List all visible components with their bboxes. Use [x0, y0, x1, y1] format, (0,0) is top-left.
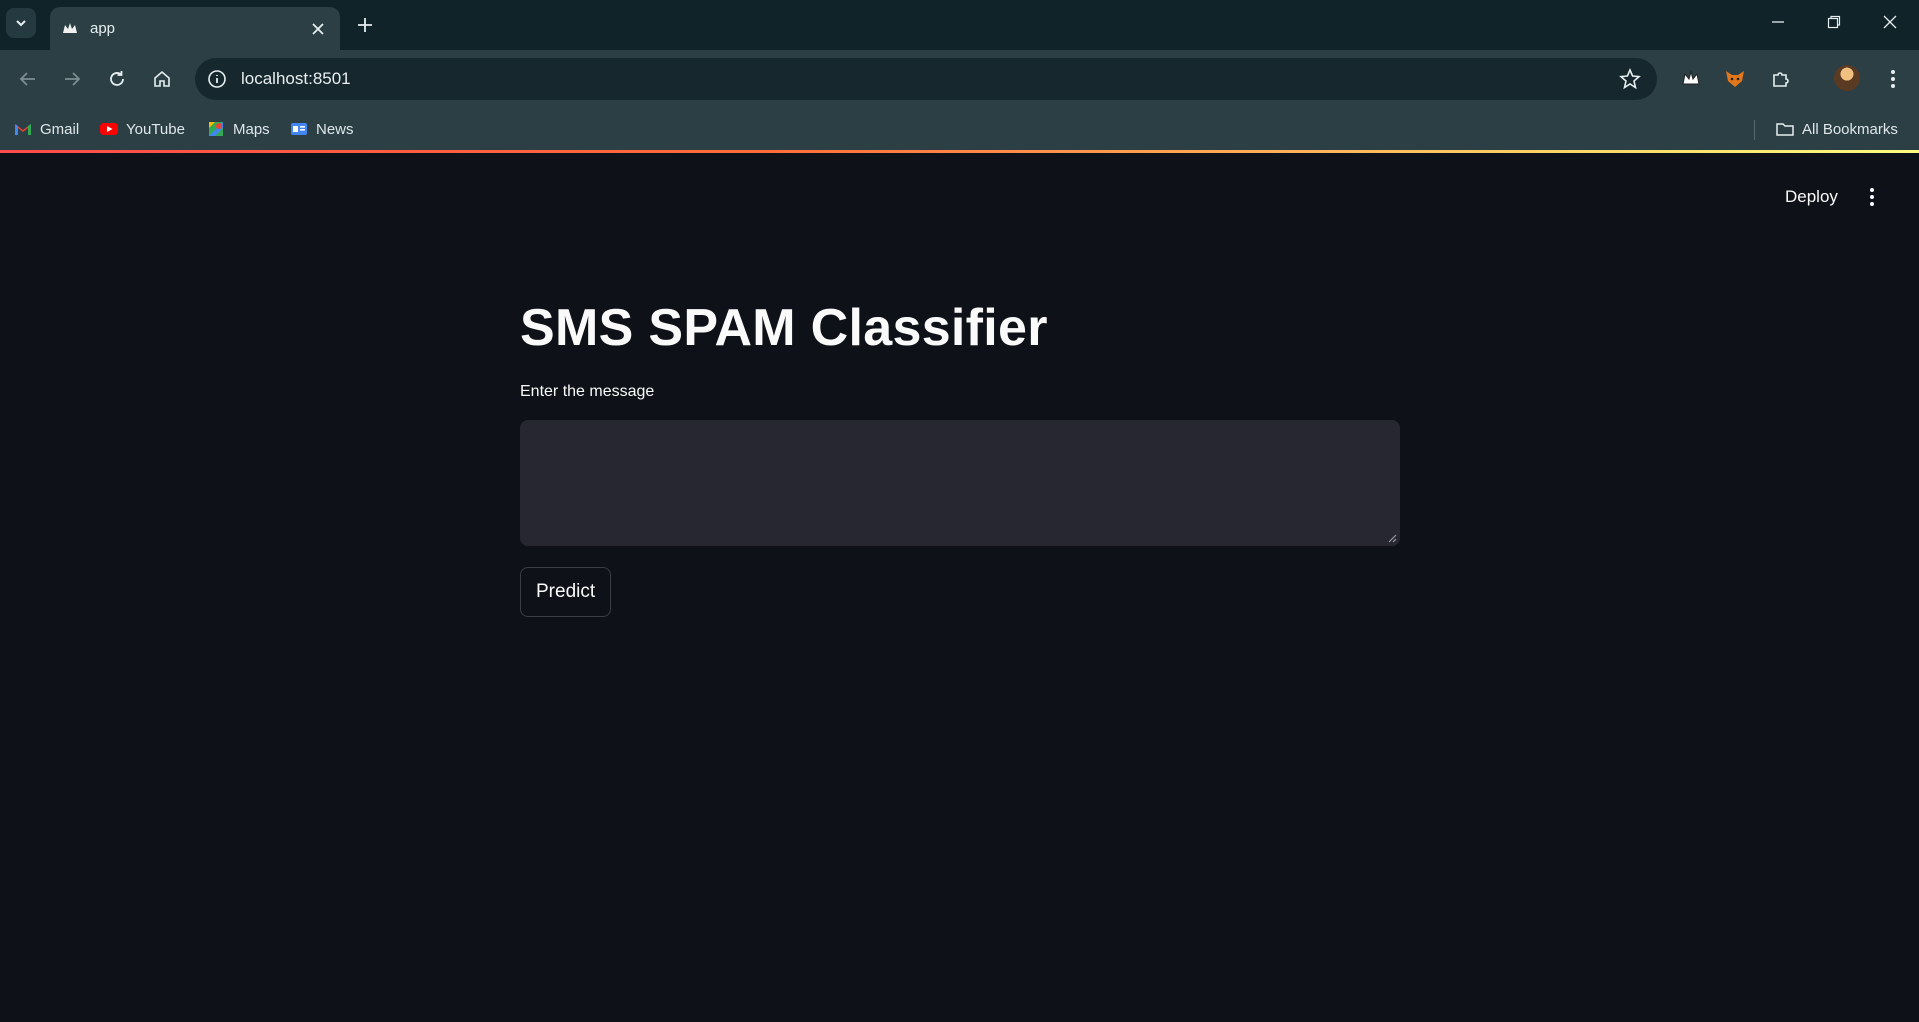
youtube-icon [100, 123, 118, 135]
tab-search-button[interactable] [6, 8, 36, 38]
chevron-down-icon [16, 20, 26, 27]
crown-icon [1682, 70, 1700, 85]
tab-app[interactable]: app [50, 7, 340, 50]
reload-button[interactable] [101, 63, 133, 95]
minimize-icon [1772, 21, 1784, 23]
fox-icon [1726, 71, 1744, 87]
bookmarks-divider [1754, 120, 1755, 140]
bookmark-star-icon[interactable] [1619, 68, 1641, 90]
arrow-right-icon [65, 72, 81, 86]
close-icon [312, 22, 324, 35]
bookmark-gmail[interactable]: Gmail [14, 118, 79, 140]
home-icon [154, 70, 170, 87]
address-url[interactable]: localhost:8501 [241, 69, 351, 89]
forward-button[interactable] [56, 63, 88, 95]
message-input-container [520, 420, 1400, 546]
plus-icon [358, 18, 372, 32]
streamlit-crown-icon [63, 22, 77, 33]
extensions-button[interactable] [1765, 63, 1797, 95]
window-close-button[interactable] [1862, 0, 1918, 44]
puzzle-icon [1773, 72, 1789, 87]
all-bookmarks-label: All Bookmarks [1802, 120, 1898, 138]
bookmark-label: YouTube [126, 120, 185, 138]
maps-icon [209, 122, 223, 136]
kebab-menu-icon [1891, 70, 1895, 88]
address-bar[interactable]: localhost:8501 [195, 58, 1657, 100]
browser-toolbar: localhost:8501 [0, 50, 1919, 108]
back-button[interactable] [12, 63, 44, 95]
gmail-icon [15, 124, 31, 135]
home-button[interactable] [146, 63, 178, 95]
bookmark-maps[interactable]: Maps [207, 118, 270, 140]
bookmark-news[interactable]: News [290, 118, 354, 140]
tab-close-button[interactable] [308, 19, 328, 39]
predict-button[interactable]: Predict [520, 567, 612, 617]
all-bookmarks-button[interactable]: All Bookmarks [1776, 118, 1898, 140]
browser-menu-button[interactable] [1877, 63, 1909, 95]
streamlit-app: Deploy SMS SPAM Classifier Enter the mes… [0, 153, 1919, 1022]
bookmarks-bar: Gmail YouTube Maps News All Bookmarks [0, 108, 1919, 150]
restore-button[interactable] [1806, 0, 1862, 44]
new-tab-button[interactable] [351, 11, 379, 39]
extension-crown-button[interactable] [1675, 63, 1707, 95]
extension-fox-button[interactable] [1719, 63, 1751, 95]
resize-handle-icon[interactable] [1387, 533, 1397, 543]
reload-icon [110, 71, 124, 86]
profile-avatar[interactable] [1834, 65, 1860, 91]
tab-strip: app [0, 0, 1919, 50]
news-icon [291, 123, 307, 135]
message-input[interactable] [520, 420, 1400, 546]
message-input-label: Enter the message [520, 383, 655, 400]
kebab-menu-icon [1870, 188, 1874, 206]
main-content: SMS SPAM Classifier Enter the message Pr… [520, 293, 1400, 617]
bookmark-label: Maps [233, 120, 270, 138]
page-title: SMS SPAM Classifier [520, 299, 1048, 357]
deploy-button[interactable]: Deploy [1773, 182, 1850, 212]
bookmark-label: News [316, 120, 354, 138]
arrow-left-icon [19, 72, 35, 86]
bookmark-youtube[interactable]: YouTube [100, 118, 185, 140]
folder-icon [1776, 123, 1794, 136]
close-icon [1883, 15, 1897, 29]
site-info-icon[interactable] [207, 69, 227, 89]
tab-title: app [90, 20, 116, 37]
app-menu-button[interactable] [1862, 182, 1882, 212]
bookmark-label: Gmail [40, 120, 80, 138]
restore-icon [1827, 15, 1841, 29]
minimize-button[interactable] [1750, 0, 1806, 44]
